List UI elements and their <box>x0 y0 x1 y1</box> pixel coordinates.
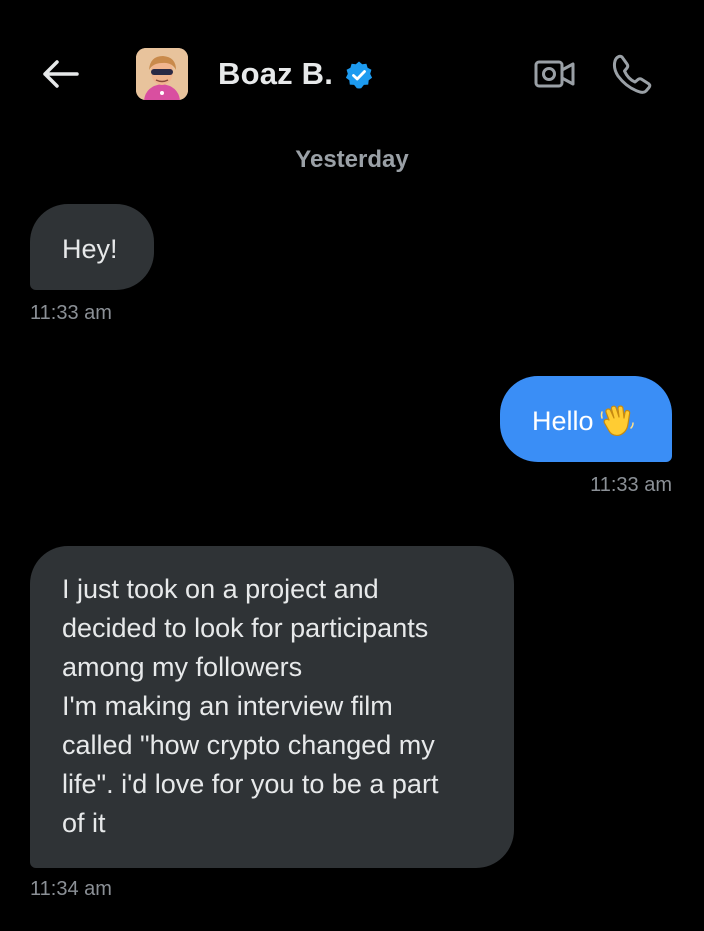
message-text: Hey! <box>62 234 118 264</box>
contact-name[interactable]: Boaz B. <box>218 54 333 94</box>
verified-badge-icon <box>345 61 373 89</box>
back-button[interactable] <box>36 52 84 96</box>
waving-hand-emoji <box>600 405 634 437</box>
phone-call-icon <box>612 54 652 94</box>
message-text: I just took on a project and decided to … <box>62 574 439 838</box>
message-timestamp: 11:33 am <box>30 302 112 324</box>
phone-call-button[interactable] <box>608 50 656 98</box>
incoming-message-bubble[interactable]: Hey! <box>30 204 154 290</box>
video-call-button[interactable] <box>532 54 578 94</box>
outgoing-message-bubble[interactable]: Hello <box>500 376 672 462</box>
message-timestamp: 11:34 am <box>30 878 112 900</box>
avatar[interactable] <box>136 48 188 100</box>
chat-header: Boaz B. <box>0 0 704 140</box>
message-text: Hello <box>532 406 594 436</box>
date-separator: Yesterday <box>295 146 409 173</box>
arrow-left-icon <box>43 60 79 88</box>
avatar-image <box>136 48 188 100</box>
incoming-message-bubble[interactable]: I just took on a project and decided to … <box>30 546 514 868</box>
video-call-icon <box>534 60 575 88</box>
message-timestamp: 11:33 am <box>590 474 672 496</box>
